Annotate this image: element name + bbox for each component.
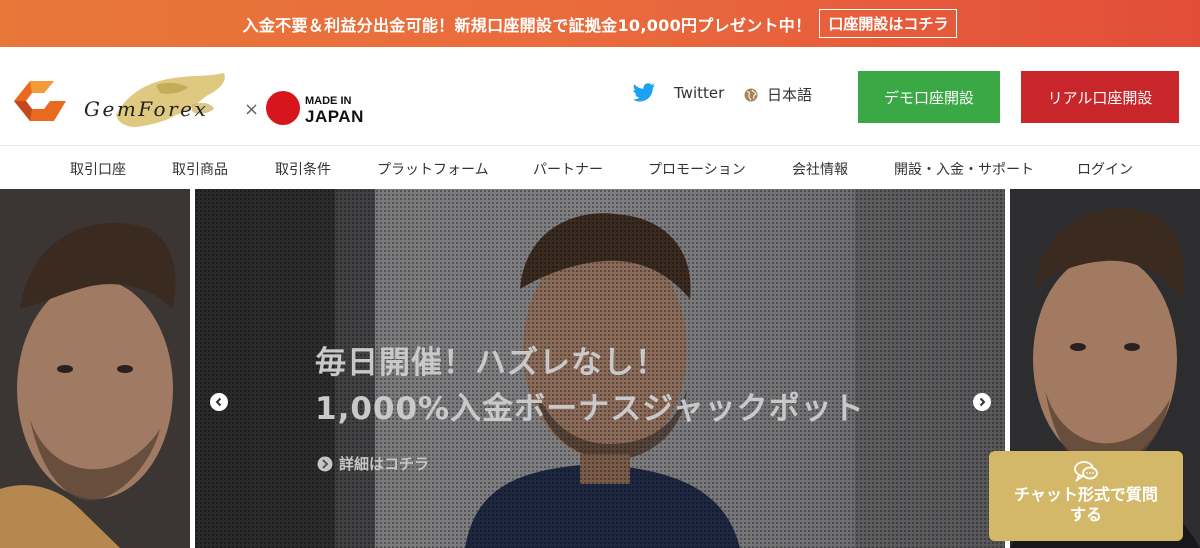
promo-banner: 入金不要＆利益分出金可能！新規口座開設で証拠金10,000円プレゼント中！ 口座…	[0, 0, 1200, 47]
chat-bubble-icon	[1074, 461, 1098, 483]
chat-widget-label: チャット形式で質問 する	[989, 485, 1183, 525]
nav-item-promotion[interactable]: プロモーション	[648, 159, 746, 179]
promo-text: 入金不要＆利益分出金可能！新規口座開設で証拠金10,000円プレゼント中！	[242, 15, 812, 35]
carousel-prev-slide-image[interactable]	[0, 189, 190, 548]
language-label: 日本語	[767, 86, 813, 104]
site-header: GemForex × MADE IN JAPAN Twitter 日本語 デモ口…	[0, 47, 1200, 145]
nav-item-trading-products[interactable]: 取引商品	[172, 159, 228, 179]
site-logo[interactable]: GemForex × MADE IN JAPAN	[10, 65, 370, 131]
language-selector[interactable]: 日本語	[744, 84, 812, 105]
nav-item-trading-account[interactable]: 取引口座	[70, 159, 126, 179]
hero-title-line2: 1,000%入金ボーナスジャックポット	[315, 391, 865, 427]
chevron-left-icon	[215, 397, 222, 407]
chat-widget-button[interactable]: チャット形式で質問 する	[989, 451, 1183, 541]
logo-separator: ×	[244, 99, 260, 120]
hero-details-link[interactable]: 詳細はコチラ	[317, 453, 429, 474]
nav-item-company-info[interactable]: 会社情報	[792, 159, 848, 179]
japan-flag-icon	[266, 91, 300, 125]
logo-made-in: MADE IN	[305, 95, 352, 107]
chat-label-line2: する	[1069, 505, 1102, 524]
carousel-next-button[interactable]	[973, 393, 991, 411]
nav-item-platform[interactable]: プラットフォーム	[377, 159, 489, 179]
logo-brand-text: GemForex	[84, 97, 209, 121]
nav-item-login[interactable]: ログイン	[1077, 159, 1133, 179]
logo-japan: JAPAN	[305, 107, 364, 126]
portrait-left-image	[0, 189, 190, 548]
gemforex-g-logo-icon	[14, 81, 66, 121]
twitter-bird-icon	[632, 83, 655, 102]
chat-label-line1: チャット形式で質問	[1014, 485, 1158, 504]
nav-item-trading-conditions[interactable]: 取引条件	[275, 159, 331, 179]
promo-open-account-button[interactable]: 口座開設はコチラ	[819, 9, 958, 38]
globe-icon	[744, 88, 758, 101]
demo-account-button[interactable]: デモ口座開設	[858, 71, 1000, 123]
nav-item-partner[interactable]: パートナー	[533, 159, 603, 179]
carousel-prev-button[interactable]	[210, 393, 228, 411]
carousel-active-slide[interactable]: 毎日開催！ハズレなし！ 1,000%入金ボーナスジャックポット 詳細はコチラ	[195, 189, 1005, 548]
twitter-link[interactable]: Twitter	[632, 83, 724, 103]
chevron-right-icon	[979, 397, 986, 407]
real-account-button[interactable]: リアル口座開設	[1021, 71, 1179, 123]
hero-details-label: 詳細はコチラ	[339, 455, 430, 473]
arrow-circle-right-icon	[317, 456, 333, 471]
main-nav: 取引口座 取引商品 取引条件 プラットフォーム パートナー プロモーション 会社…	[0, 145, 1200, 189]
hero-title-line1: 毎日開催！ハズレなし！	[315, 345, 667, 381]
twitter-label: Twitter	[674, 84, 725, 102]
nav-item-support[interactable]: 開設・入金・サポート	[894, 159, 1034, 179]
